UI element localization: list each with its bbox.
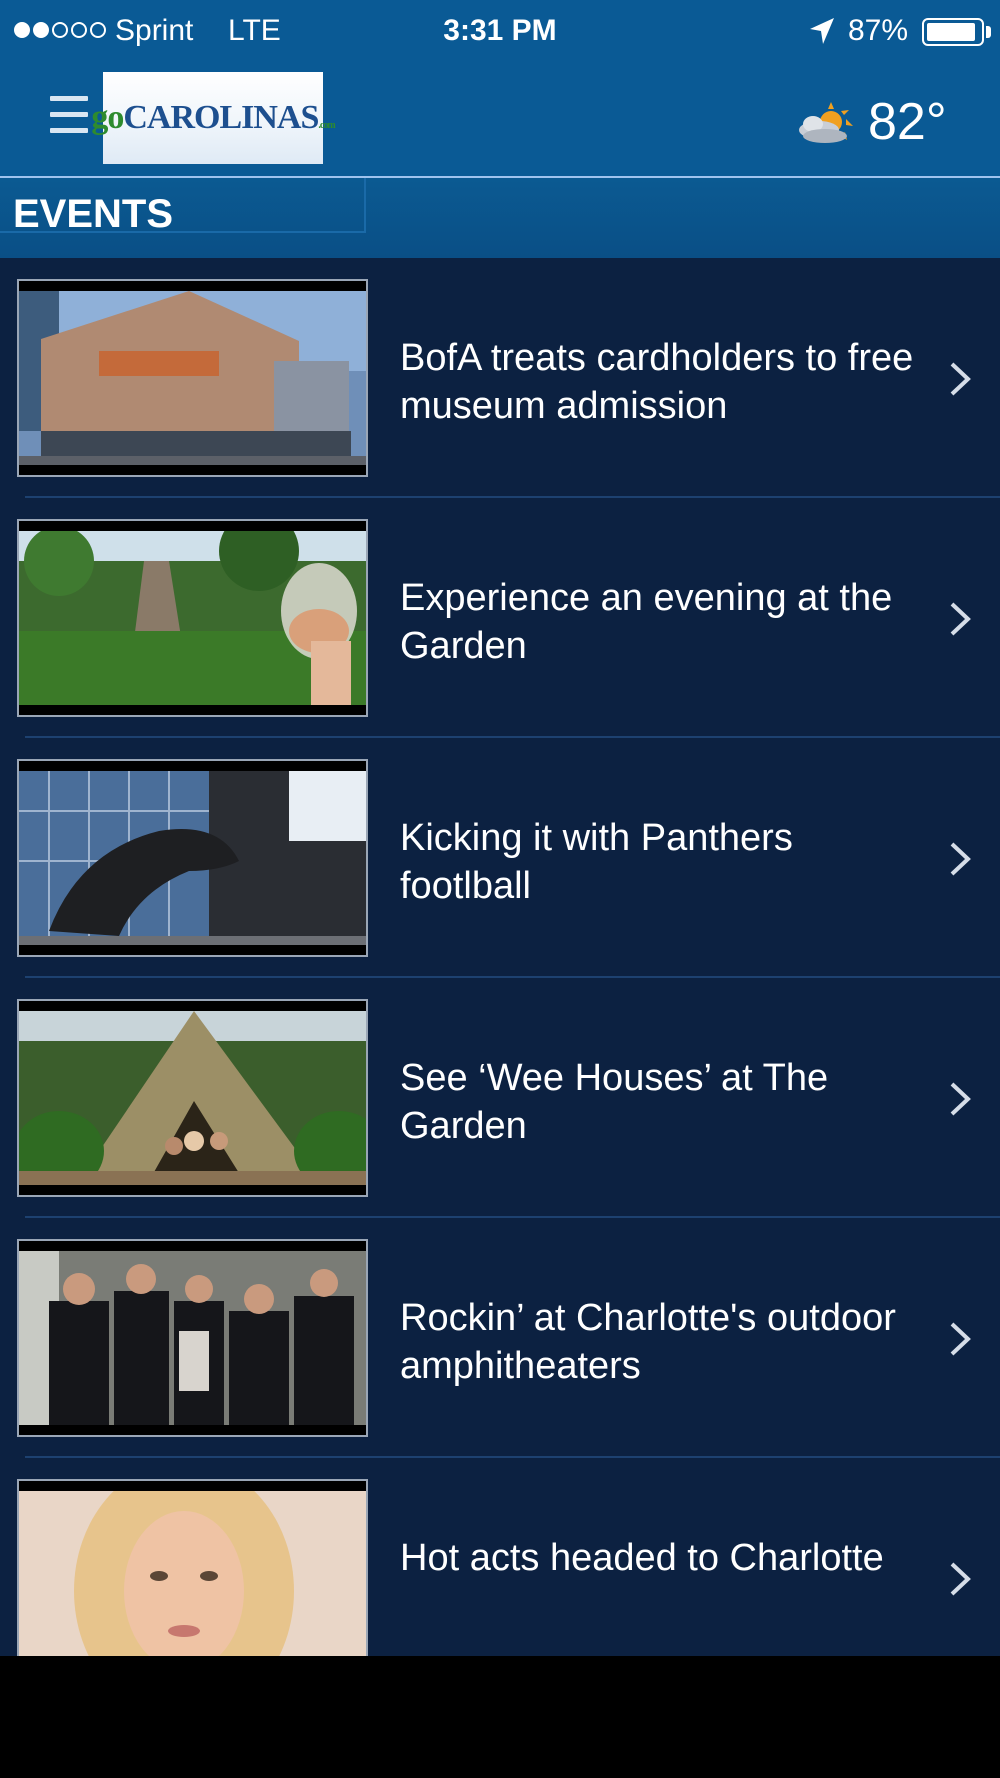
top-bar: Sprint LTE 3:31 PM 87% goCAROLINAS.com 8… bbox=[0, 0, 1000, 177]
chevron-right-icon bbox=[950, 842, 971, 876]
event-thumbnail bbox=[17, 999, 368, 1197]
list-item[interactable]: See ‘Wee Houses’ at The Garden bbox=[0, 978, 1000, 1218]
app-header: goCAROLINAS.com 82° bbox=[0, 62, 1000, 177]
bottom-bar bbox=[0, 1656, 1000, 1778]
list-item[interactable]: Hot acts headed to Charlotte bbox=[0, 1458, 1000, 1656]
list-item[interactable]: BofA treats cardholders to free museum a… bbox=[0, 258, 1000, 498]
chevron-right-icon bbox=[950, 1322, 971, 1356]
temperature[interactable]: 82° bbox=[868, 92, 947, 152]
status-bar: Sprint LTE 3:31 PM 87% bbox=[0, 0, 1000, 62]
event-title: Hot acts headed to Charlotte bbox=[400, 1537, 884, 1579]
section-title: EVENTS bbox=[13, 192, 174, 236]
event-title: BofA treats cardholders to free museum a… bbox=[400, 337, 914, 427]
list-item[interactable]: Kicking it with Panthers footlball bbox=[0, 738, 1000, 978]
chevron-right-icon bbox=[950, 1082, 971, 1116]
event-title: Rockin’ at Charlotte's outdoor amphithea… bbox=[400, 1297, 896, 1387]
gocarolinas-logo[interactable]: goCAROLINAS.com bbox=[91, 72, 336, 164]
partly-cloudy-icon[interactable] bbox=[795, 100, 857, 150]
event-title: See ‘Wee Houses’ at The Garden bbox=[400, 1057, 829, 1147]
hamburger-menu-icon[interactable] bbox=[50, 96, 88, 134]
chevron-right-icon bbox=[950, 1562, 971, 1596]
event-title: Kicking it with Panthers footlball bbox=[400, 817, 793, 907]
event-thumbnail bbox=[17, 279, 368, 477]
events-list: BofA treats cardholders to free museum a… bbox=[0, 258, 1000, 1656]
section-header: EVENTS bbox=[0, 178, 1000, 258]
event-thumbnail bbox=[17, 1239, 368, 1437]
list-item[interactable]: Experience an evening at the Garden bbox=[0, 498, 1000, 738]
event-thumbnail bbox=[17, 1479, 368, 1656]
battery-percent: 87% bbox=[848, 14, 909, 47]
battery-cap bbox=[986, 26, 991, 38]
chevron-right-icon bbox=[950, 602, 971, 636]
event-title: Experience an evening at the Garden bbox=[400, 577, 893, 667]
battery-icon bbox=[922, 18, 984, 46]
event-thumbnail bbox=[17, 759, 368, 957]
chevron-right-icon bbox=[950, 362, 971, 396]
event-thumbnail bbox=[17, 519, 368, 717]
location-arrow-icon bbox=[810, 18, 834, 44]
list-item[interactable]: Rockin’ at Charlotte's outdoor amphithea… bbox=[0, 1218, 1000, 1458]
